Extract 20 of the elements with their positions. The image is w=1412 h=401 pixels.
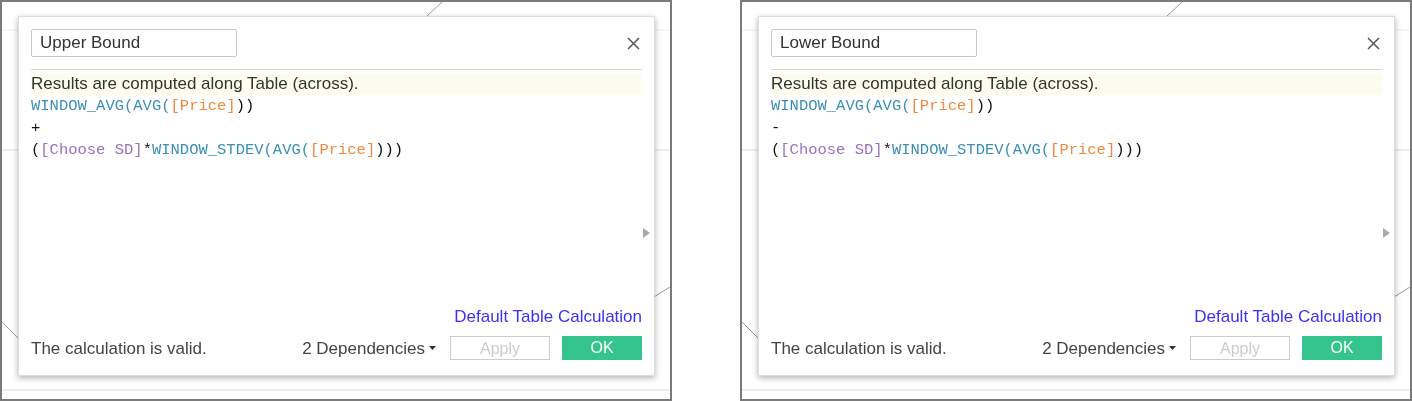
formula-line: WINDOW_AVG(AVG([Price])) bbox=[31, 96, 255, 117]
default-table-calculation-link[interactable]: Default Table Calculation bbox=[1194, 304, 1382, 330]
close-icon[interactable] bbox=[1367, 36, 1380, 50]
dependencies-dropdown[interactable]: 2 Dependencies bbox=[1042, 335, 1176, 361]
validation-status: The calculation is valid. bbox=[31, 337, 207, 360]
formula-line: ([Choose SD]*WINDOW_STDEV(AVG([Price]))) bbox=[771, 140, 1144, 161]
calculation-name-field[interactable]: Lower Bound bbox=[771, 29, 977, 57]
validation-status: The calculation is valid. bbox=[771, 337, 947, 360]
caret-icon bbox=[1169, 346, 1176, 351]
formula-line: WINDOW_AVG(AVG([Price])) bbox=[771, 96, 995, 117]
formula-line: - bbox=[771, 118, 781, 139]
dependencies-dropdown[interactable]: 2 Dependencies bbox=[302, 335, 436, 361]
info-text: Results are computed along Table (across). bbox=[771, 73, 1382, 95]
close-icon[interactable] bbox=[627, 36, 640, 50]
info-text: Results are computed along Table (across). bbox=[31, 73, 642, 95]
default-table-calculation-link[interactable]: Default Table Calculation bbox=[454, 304, 642, 330]
calculation-name-field[interactable]: Upper Bound bbox=[31, 29, 237, 57]
formula-line: ([Choose SD]*WINDOW_STDEV(AVG([Price]))) bbox=[31, 140, 404, 161]
formula-line: + bbox=[31, 118, 41, 139]
caret-icon bbox=[429, 346, 436, 351]
